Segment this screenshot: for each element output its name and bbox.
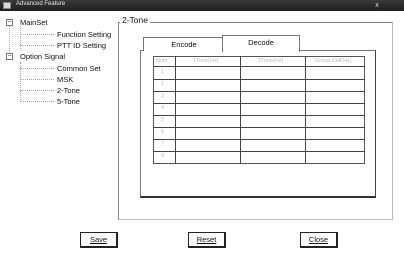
tree-line bbox=[20, 34, 54, 35]
row-number: 2 bbox=[161, 81, 165, 87]
mainset-collapse-icon[interactable]: − bbox=[6, 19, 13, 26]
tree-line bbox=[20, 90, 54, 91]
grid-line bbox=[153, 115, 365, 116]
grid-line bbox=[153, 66, 365, 67]
column-header-group-call: Group Call(Hz) bbox=[315, 58, 352, 64]
option-signal-collapse-icon[interactable]: − bbox=[6, 53, 13, 60]
tree-item-function-setting[interactable]: Function Setting bbox=[57, 30, 111, 39]
column-header-1tone: 1Tone(Hz) bbox=[193, 58, 219, 64]
tab-encode[interactable]: Encode bbox=[143, 37, 225, 51]
row-number: 6 bbox=[161, 129, 165, 135]
close-button[interactable]: Close bbox=[300, 232, 338, 248]
grid-line bbox=[153, 79, 365, 80]
tab-decode[interactable]: Decode bbox=[222, 35, 300, 52]
row-number: 8 bbox=[161, 153, 165, 159]
title-bar: Advanced Feature x bbox=[0, 0, 404, 11]
grid-line bbox=[153, 127, 365, 128]
row-number: 4 bbox=[161, 105, 165, 111]
reset-button-label: Reset bbox=[196, 235, 217, 244]
grid-line bbox=[153, 139, 365, 140]
tree-line bbox=[20, 101, 54, 102]
grid-line bbox=[153, 103, 365, 104]
decode-table[interactable] bbox=[153, 56, 365, 164]
save-button-label: Save bbox=[89, 235, 108, 244]
tree-item-2-tone[interactable]: 2-Tone bbox=[57, 86, 80, 95]
grid-line bbox=[175, 56, 176, 164]
grid-line bbox=[305, 56, 306, 164]
close-window-button[interactable]: x bbox=[366, 1, 388, 10]
app-icon bbox=[3, 2, 11, 9]
tree-line bbox=[20, 68, 54, 69]
close-button-label: Close bbox=[308, 235, 329, 244]
reset-button[interactable]: Reset bbox=[188, 232, 226, 248]
tree-item-option-signal[interactable]: Option Signal bbox=[20, 52, 65, 61]
tree-line bbox=[20, 45, 54, 46]
grid-line bbox=[153, 91, 365, 92]
tree-item-5-tone[interactable]: 5-Tone bbox=[57, 97, 80, 106]
tree-item-common-set[interactable]: Common Set bbox=[57, 64, 101, 73]
group-title: 2-Tone bbox=[120, 15, 150, 25]
grid-line bbox=[153, 151, 365, 152]
row-number: 5 bbox=[161, 117, 165, 123]
grid-line bbox=[240, 56, 241, 164]
save-button[interactable]: Save bbox=[80, 232, 118, 248]
tree-item-ptt-id-setting[interactable]: PTT ID Setting bbox=[57, 41, 106, 50]
tree-item-mainset[interactable]: MainSet bbox=[20, 18, 48, 27]
column-header-num: Num bbox=[156, 58, 168, 64]
window-title: Advanced Feature bbox=[16, 1, 66, 7]
row-number: 1 bbox=[161, 69, 165, 75]
row-number: 3 bbox=[161, 93, 165, 99]
tree-item-msk[interactable]: MSK bbox=[57, 75, 73, 84]
tree-line bbox=[20, 79, 54, 80]
column-header-2tone: 2Tone(Hz) bbox=[258, 58, 284, 64]
row-number: 7 bbox=[161, 141, 165, 147]
